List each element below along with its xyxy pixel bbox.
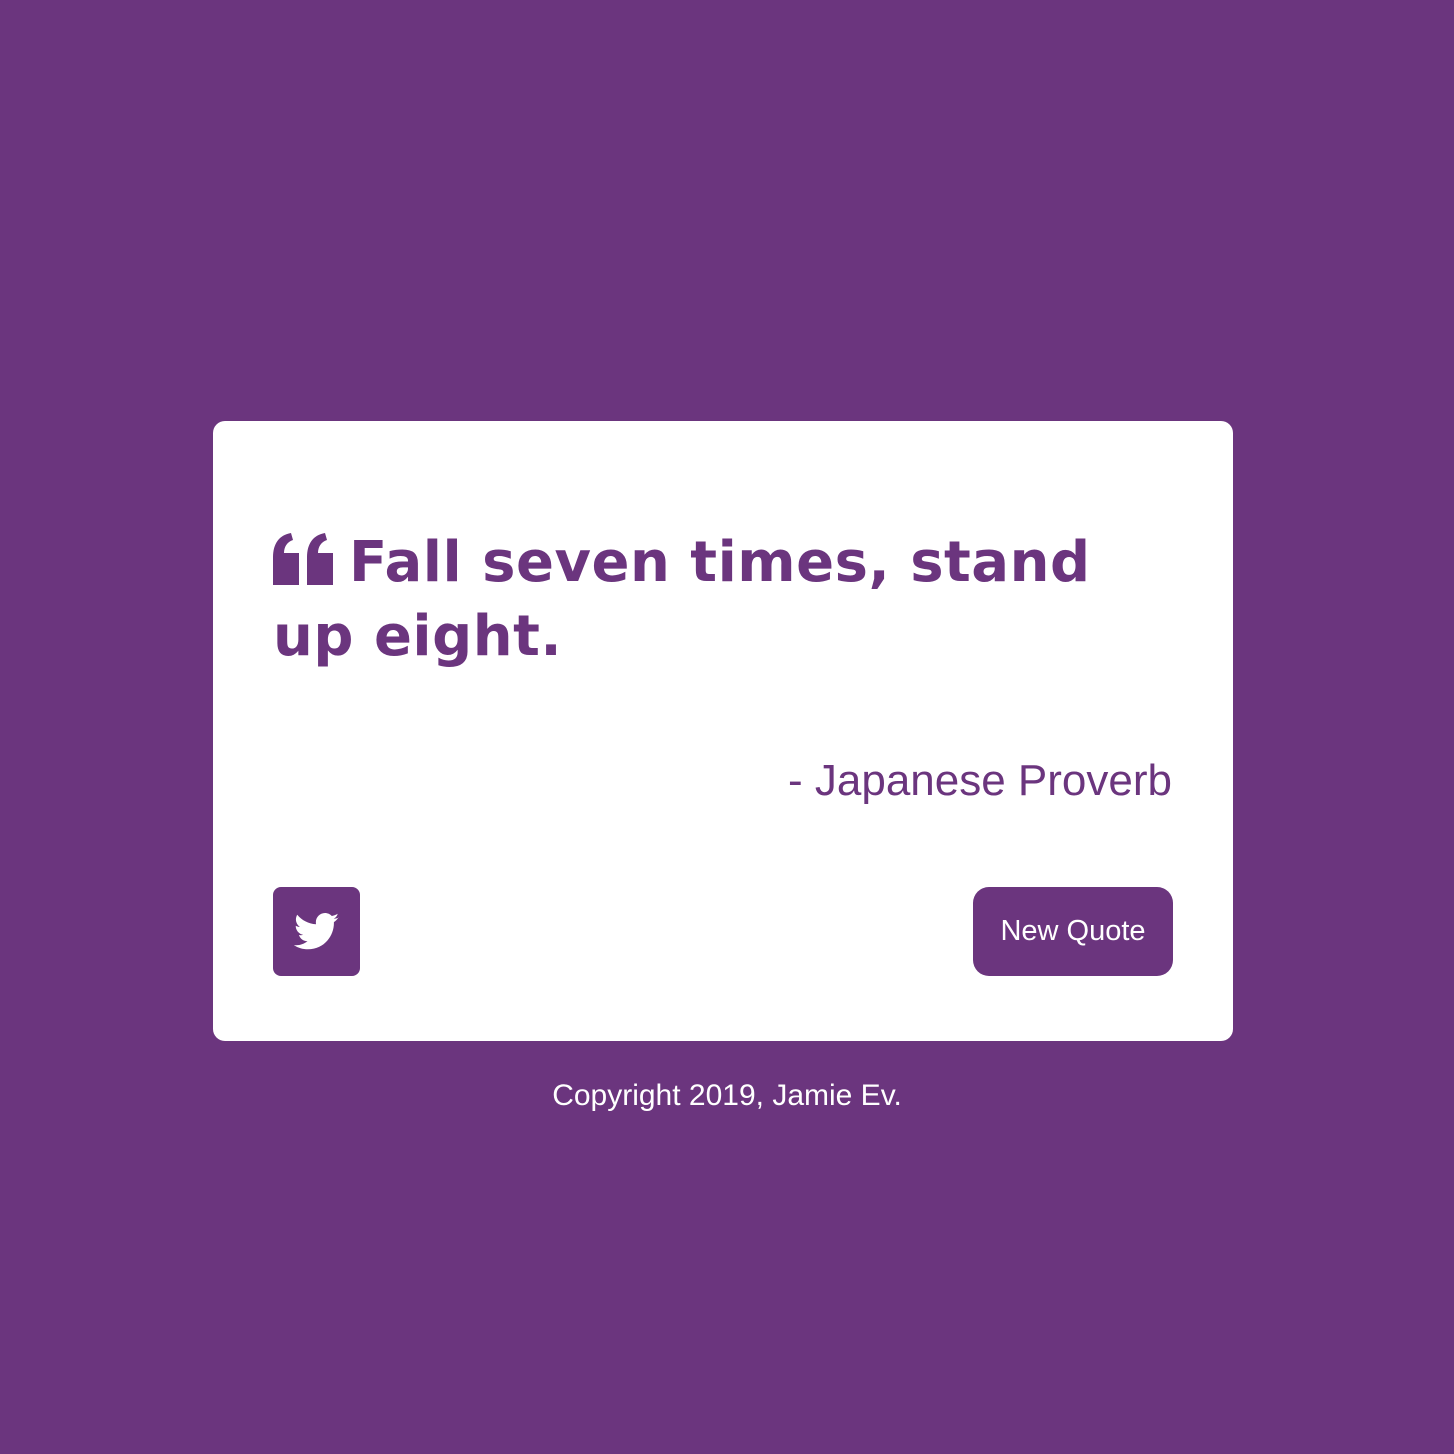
quote-text: Fall seven times, stand up eight. (273, 530, 1091, 669)
twitter-icon (293, 912, 340, 951)
quote-text-block: Fall seven times, stand up eight. (273, 526, 1173, 674)
quote-author: - Japanese Proverb (788, 756, 1172, 805)
new-quote-button[interactable]: New Quote (973, 887, 1173, 976)
quote-box: Fall seven times, stand up eight. - Japa… (213, 421, 1233, 1041)
quote-left-icon (273, 533, 333, 585)
copyright-footer: Copyright 2019, Jamie Ev. (552, 1079, 902, 1112)
tweet-quote-button[interactable] (273, 887, 360, 976)
